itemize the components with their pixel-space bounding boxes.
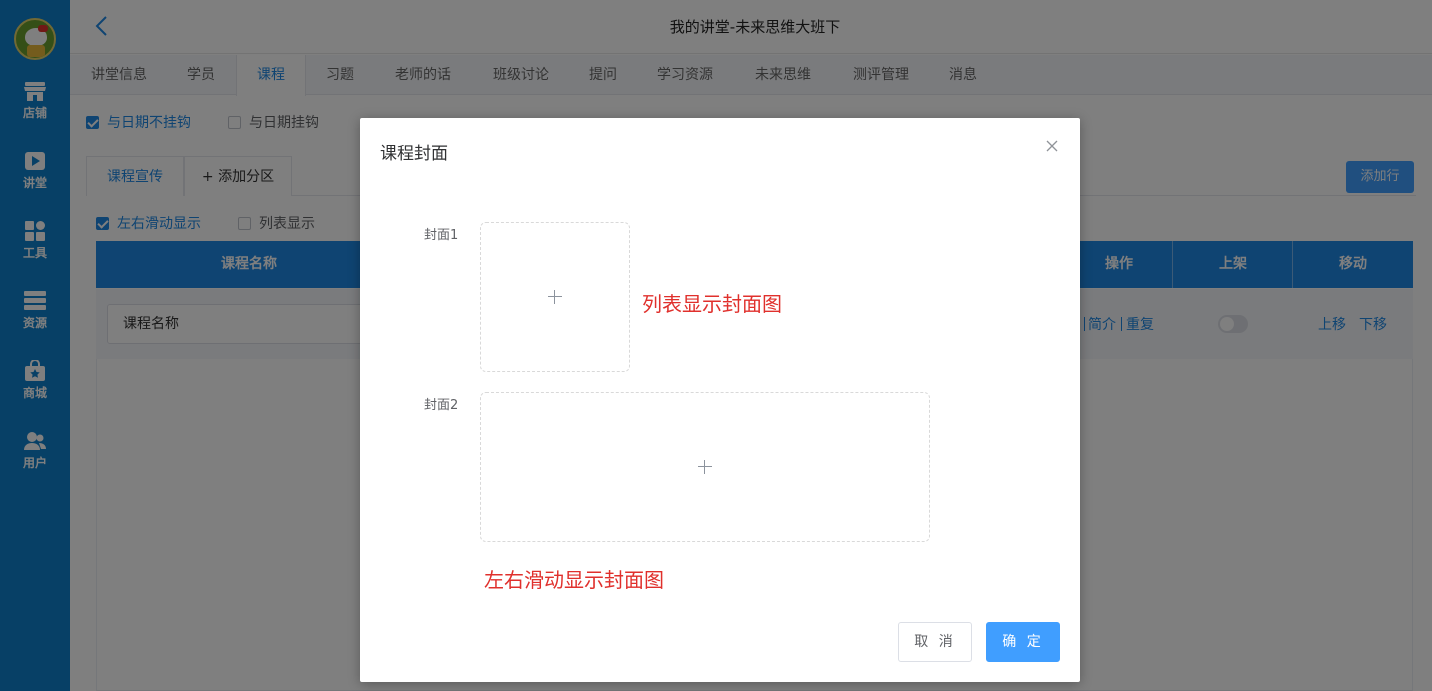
cover1-hint: 列表显示封面图 [642, 292, 782, 316]
cover-dialog: 课程封面 封面1 列表显示封面图 封面2 左右滑动显示封面图 取 消 确 定 [360, 118, 1080, 682]
cover2-upload[interactable] [480, 392, 930, 542]
confirm-button[interactable]: 确 定 [986, 622, 1060, 662]
close-icon[interactable] [1044, 138, 1060, 154]
dialog-title: 课程封面 [380, 144, 448, 164]
cover2-label: 封面2 [424, 398, 459, 413]
cover2-hint: 左右滑动显示封面图 [484, 568, 664, 592]
cover1-label: 封面1 [424, 228, 459, 243]
cover1-upload[interactable] [480, 222, 630, 372]
plus-icon [698, 460, 712, 474]
plus-icon [548, 290, 562, 304]
cancel-button[interactable]: 取 消 [898, 622, 972, 662]
